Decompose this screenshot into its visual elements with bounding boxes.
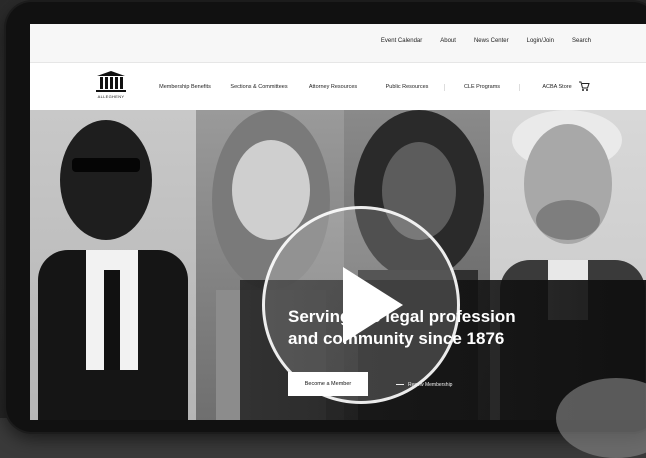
main-nav-items: Membership Benefits Sections & Committee… <box>148 63 594 111</box>
nav-item-membership-benefits[interactable]: Membership Benefits <box>148 84 222 91</box>
tablet-frame: Event Calendar About News Center Login/J… <box>6 2 646 432</box>
hero-headline: Serving the legal profession and communi… <box>288 306 516 350</box>
hero-headline-line2: and community since 1876 <box>288 329 505 348</box>
nav-item-sections-committees[interactable]: Sections & Committees <box>222 84 296 91</box>
site-logo[interactable]: ALLEGHENY <box>94 71 128 103</box>
logo-name: ALLEGHENY <box>97 94 125 99</box>
nav-item-public-resources[interactable]: Public Resources <box>370 84 444 91</box>
logo-roof <box>97 71 125 76</box>
utility-link-event-calendar[interactable]: Event Calendar <box>372 38 431 44</box>
utility-link-search[interactable]: Search <box>563 38 600 44</box>
utility-nav: Event Calendar About News Center Login/J… <box>372 38 600 44</box>
renew-membership-link[interactable]: Renew Membership <box>396 382 452 388</box>
website-screen: Event Calendar About News Center Login/J… <box>30 24 646 420</box>
nav-item-attorney-resources[interactable]: Attorney Resources <box>296 84 370 91</box>
hero-headline-line1: Serving the legal profession <box>288 307 516 326</box>
utility-link-about[interactable]: About <box>431 38 465 44</box>
become-member-button[interactable]: Become a Member <box>288 372 368 396</box>
nav-item-cle-programs[interactable]: CLE Programs <box>444 83 519 91</box>
utility-link-login-join[interactable]: Login/Join <box>518 38 563 44</box>
hero-photo-man-glasses <box>30 110 196 420</box>
utility-link-news-center[interactable]: News Center <box>465 38 518 44</box>
main-nav: ALLEGHENY Membership Benefits Sections &… <box>30 62 646 112</box>
hero-section: Serving the legal profession and communi… <box>30 110 646 420</box>
logo-columns <box>99 77 123 89</box>
cart-icon[interactable] <box>578 80 590 92</box>
logo-base <box>96 90 126 92</box>
